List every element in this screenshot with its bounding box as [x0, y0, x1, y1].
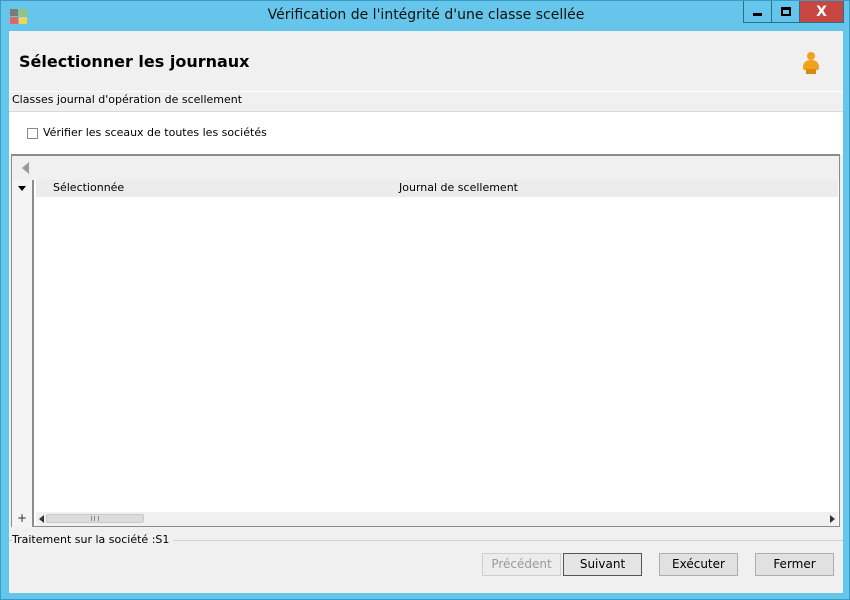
window-title: Vérification de l'intégrité d'une classe… — [267, 7, 585, 23]
scroll-right-icon[interactable] — [830, 515, 835, 523]
execute-button[interactable]: Exécuter — [659, 553, 738, 576]
collapse-left-icon[interactable] — [22, 162, 29, 174]
grid-header: Sélectionnée Journal de scellement — [36, 180, 838, 197]
close-button[interactable]: Fermer — [755, 553, 834, 576]
user-icon-head — [807, 52, 815, 60]
add-row-icon[interactable]: + — [14, 511, 30, 525]
verify-all-checkbox[interactable] — [27, 128, 38, 139]
verify-all-label[interactable]: Vérifier les sceaux de toutes les sociét… — [43, 126, 267, 139]
grid-toolbar — [12, 156, 839, 180]
title-bar[interactable]: Vérification de l'intégrité d'une classe… — [1, 1, 849, 31]
previous-label: Précédent — [491, 557, 552, 571]
next-label: Suivant — [579, 557, 626, 571]
user-icon-legs — [806, 69, 816, 74]
main-window: Vérification de l'intégrité d'une classe… — [0, 0, 850, 600]
grid-row-gutter — [12, 180, 34, 527]
maximize-button[interactable] — [772, 1, 800, 23]
group-label: Classes journal d'opération de scellemen… — [12, 93, 243, 106]
execute-label: Exécuter — [672, 557, 725, 571]
client-area: Sélectionner les journaux Classes journa… — [9, 31, 843, 593]
close-icon: X — [816, 3, 827, 20]
scroll-thumb[interactable] — [46, 514, 144, 523]
user-icon — [802, 52, 820, 74]
close-label: Fermer — [773, 557, 816, 571]
scroll-left-icon[interactable] — [39, 515, 44, 523]
previous-button[interactable]: Précédent — [482, 553, 561, 576]
column-header-journal[interactable]: Journal de scellement — [399, 181, 518, 194]
status-text: Traitement sur la société :S1 — [12, 533, 174, 546]
column-menu-icon[interactable] — [18, 186, 26, 191]
column-header-selected[interactable]: Sélectionnée — [53, 181, 124, 194]
minimize-button[interactable] — [743, 1, 772, 23]
horizontal-scrollbar[interactable]: + — [17, 511, 838, 526]
wizard-header: Sélectionner les journaux — [9, 31, 843, 92]
maximize-icon — [780, 7, 791, 16]
journal-grid: Sélectionnée Journal de scellement + — [11, 154, 840, 527]
minimize-icon — [753, 13, 762, 16]
next-button[interactable]: Suivant — [563, 553, 642, 576]
close-window-button[interactable]: X — [800, 1, 844, 23]
options-panel: Vérifier les sceaux de toutes les sociét… — [9, 111, 843, 155]
page-title: Sélectionner les journaux — [19, 52, 250, 71]
grip-icon — [91, 516, 99, 521]
